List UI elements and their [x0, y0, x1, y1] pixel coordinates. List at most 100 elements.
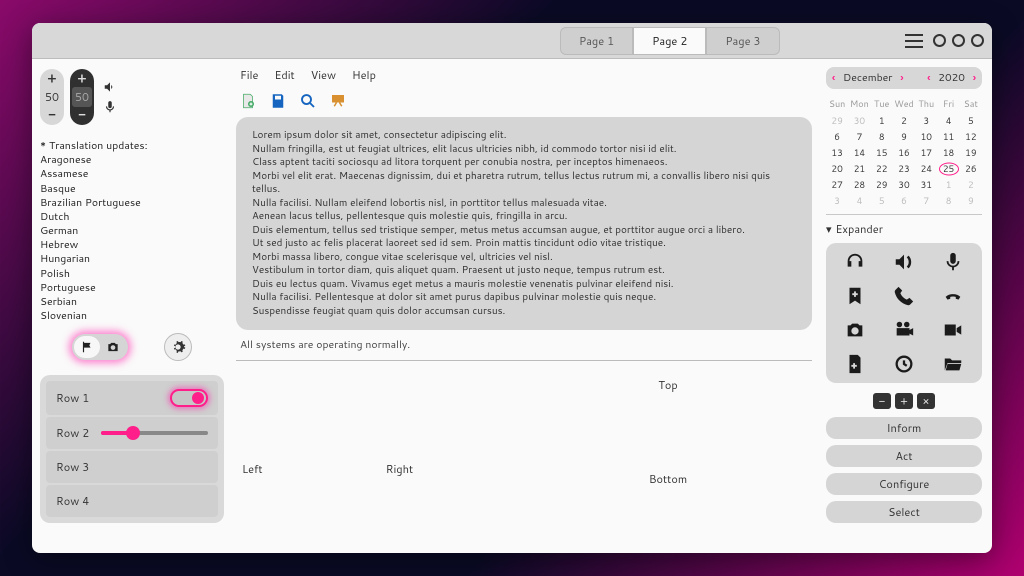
cal-day[interactable]: 27: [826, 177, 848, 192]
cal-day[interactable]: 30: [893, 177, 915, 192]
row-2[interactable]: Row 2: [46, 417, 218, 449]
cal-day[interactable]: 21: [848, 161, 870, 176]
act-button[interactable]: Act: [826, 445, 982, 467]
row-4[interactable]: Row 4: [46, 485, 218, 517]
movie-camera-icon[interactable]: [893, 319, 915, 341]
cal-day[interactable]: 14: [848, 145, 870, 160]
bookmark-add-icon[interactable]: [844, 285, 866, 307]
cal-day[interactable]: 9: [893, 129, 915, 144]
page-tab-2[interactable]: Page 2: [633, 27, 706, 55]
language-item: Portuguese: [40, 281, 224, 295]
cal-day[interactable]: 7: [848, 129, 870, 144]
row-3[interactable]: Row 3: [46, 451, 218, 483]
page-tab-3[interactable]: Page 3: [706, 27, 779, 55]
text-content-box: Lorem ipsum dolor sit amet, consectetur …: [236, 117, 812, 330]
cal-day[interactable]: 29: [826, 113, 848, 128]
window-button-2[interactable]: [952, 34, 965, 47]
folder-open-icon[interactable]: [942, 353, 964, 375]
hamburger-menu-button[interactable]: [905, 34, 923, 48]
page-tabs: Page 1Page 2Page 3: [560, 27, 780, 55]
speaker-icon[interactable]: [893, 251, 915, 273]
cal-dow: Sun: [826, 95, 848, 112]
microphone-icon[interactable]: [942, 251, 964, 273]
menu-file[interactable]: File: [240, 67, 258, 83]
save-button[interactable]: [268, 91, 288, 111]
cal-day[interactable]: 11: [937, 129, 959, 144]
cal-day[interactable]: 4: [937, 113, 959, 128]
inform-button[interactable]: Inform: [826, 417, 982, 439]
cal-day[interactable]: 20: [826, 161, 848, 176]
mini-button-2[interactable]: ×: [917, 393, 935, 409]
menu-edit[interactable]: Edit: [274, 67, 294, 83]
cal-day[interactable]: 25: [937, 161, 959, 176]
cal-day[interactable]: 6: [826, 129, 848, 144]
mini-button-0[interactable]: −: [873, 393, 891, 409]
row-1[interactable]: Row 1: [46, 381, 218, 415]
cal-day[interactable]: 5: [960, 113, 982, 128]
cal-month-prev[interactable]: ‹: [832, 71, 835, 85]
cal-day[interactable]: 24: [915, 161, 937, 176]
camera-button[interactable]: [100, 336, 126, 358]
cal-year-next[interactable]: ›: [973, 71, 976, 85]
cal-day[interactable]: 2: [893, 113, 915, 128]
search-button[interactable]: [298, 91, 318, 111]
page-tab-1[interactable]: Page 1: [560, 27, 633, 55]
window-button-1[interactable]: [933, 34, 946, 47]
expander-toggle[interactable]: ▾ Expander: [826, 221, 982, 237]
clock-icon[interactable]: [893, 353, 915, 375]
row-1-switch[interactable]: [170, 389, 208, 407]
cal-day[interactable]: 6: [893, 193, 915, 208]
settings-button[interactable]: [164, 333, 192, 361]
cal-day[interactable]: 19: [960, 145, 982, 160]
cal-month-next[interactable]: ›: [900, 71, 903, 85]
cal-day[interactable]: 17: [915, 145, 937, 160]
camera-icon[interactable]: [844, 319, 866, 341]
cal-day[interactable]: 7: [915, 193, 937, 208]
cal-day[interactable]: 3: [915, 113, 937, 128]
select-button[interactable]: Select: [826, 501, 982, 523]
cal-day[interactable]: 31: [915, 177, 937, 192]
hangup-icon[interactable]: [942, 285, 964, 307]
cal-day[interactable]: 23: [893, 161, 915, 176]
cal-day[interactable]: 10: [915, 129, 937, 144]
cal-day[interactable]: 28: [848, 177, 870, 192]
menu-help[interactable]: Help: [352, 67, 376, 83]
cal-year-prev[interactable]: ‹: [927, 71, 930, 85]
cal-day[interactable]: 8: [937, 193, 959, 208]
cal-day[interactable]: 1: [937, 177, 959, 192]
cal-day[interactable]: 26: [960, 161, 982, 176]
cal-day[interactable]: 1: [871, 113, 893, 128]
cal-day[interactable]: 2: [960, 177, 982, 192]
cal-day[interactable]: 22: [871, 161, 893, 176]
video-icon[interactable]: [942, 319, 964, 341]
cal-day[interactable]: 5: [871, 193, 893, 208]
cal-day[interactable]: 15: [871, 145, 893, 160]
window-button-3[interactable]: [971, 34, 984, 47]
flag-button[interactable]: [74, 336, 100, 358]
stepper-dark-minus[interactable]: −: [73, 107, 91, 123]
chevron-down-icon: ▾: [826, 221, 832, 237]
menu-view[interactable]: View: [311, 67, 336, 83]
cal-day[interactable]: 9: [960, 193, 982, 208]
phone-icon[interactable]: [893, 285, 915, 307]
cal-day[interactable]: 18: [937, 145, 959, 160]
cal-day[interactable]: 29: [871, 177, 893, 192]
presentation-button[interactable]: [328, 91, 348, 111]
calendar-grid: SunMonTueWedThuFriSat2930123456789101112…: [826, 95, 982, 208]
new-file-icon[interactable]: [844, 353, 866, 375]
stepper-dark-plus[interactable]: +: [73, 71, 91, 87]
cal-day[interactable]: 4: [848, 193, 870, 208]
stepper-light-plus[interactable]: +: [43, 71, 61, 87]
new-document-button[interactable]: [238, 91, 258, 111]
configure-button[interactable]: Configure: [826, 473, 982, 495]
row-2-slider[interactable]: [101, 431, 208, 435]
mini-button-1[interactable]: +: [895, 393, 913, 409]
cal-day[interactable]: 8: [871, 129, 893, 144]
cal-day[interactable]: 12: [960, 129, 982, 144]
stepper-light-minus[interactable]: −: [43, 107, 61, 123]
cal-day[interactable]: 3: [826, 193, 848, 208]
headphones-icon[interactable]: [844, 251, 866, 273]
cal-day[interactable]: 16: [893, 145, 915, 160]
cal-day[interactable]: 30: [848, 113, 870, 128]
cal-day[interactable]: 13: [826, 145, 848, 160]
